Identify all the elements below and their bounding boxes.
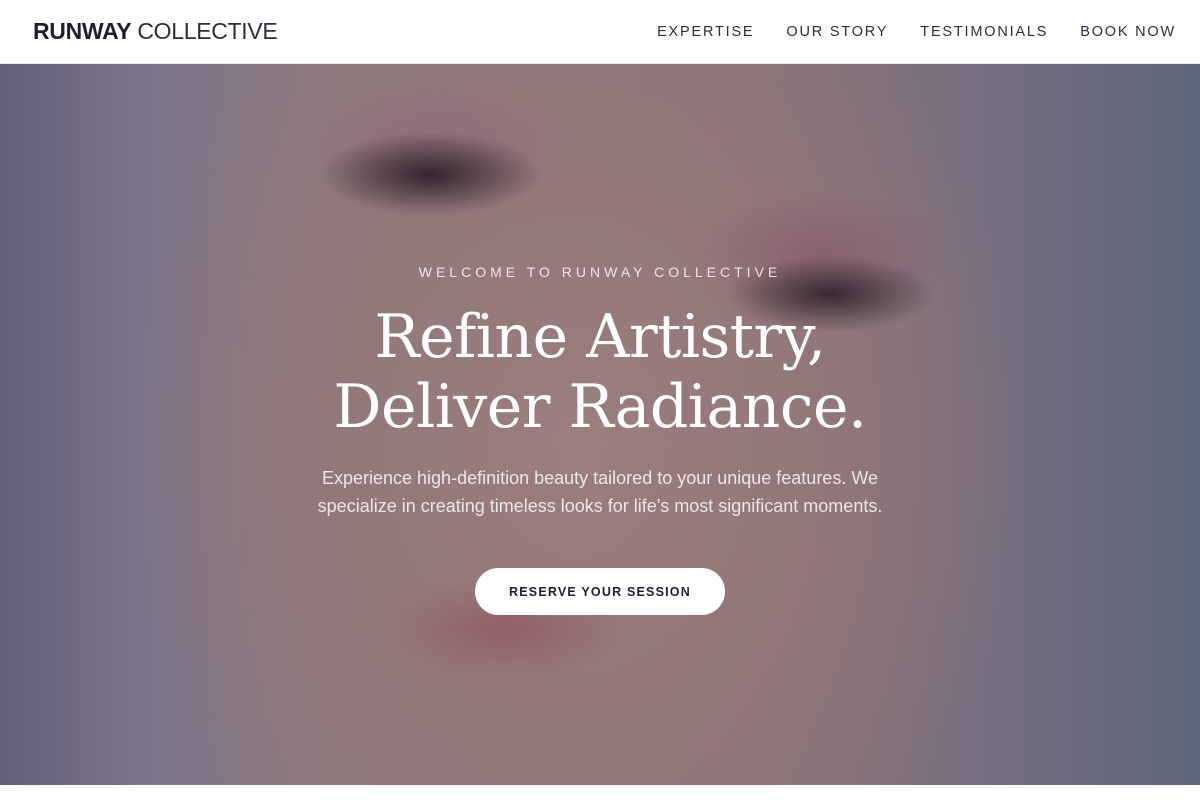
hero-content: WELCOME TO RUNWAY COLLECTIVE Refine Arti… bbox=[0, 64, 1200, 785]
page-bottom-strip bbox=[0, 785, 1200, 800]
hero-headline: Refine Artistry, Deliver Radiance. bbox=[220, 302, 980, 442]
hero-section: WELCOME TO RUNWAY COLLECTIVE Refine Arti… bbox=[0, 64, 1200, 785]
nav-links: EXPERTISE OUR STORY TESTIMONIALS BOOK NO… bbox=[657, 24, 1176, 40]
nav-link-book-now[interactable]: BOOK NOW bbox=[1080, 24, 1176, 40]
reserve-session-button[interactable]: RESERVE YOUR SESSION bbox=[475, 568, 725, 615]
hero-subtext: Experience high-definition beauty tailor… bbox=[317, 468, 883, 516]
hero-headline-line-2: Deliver Radiance. bbox=[333, 372, 867, 442]
top-navigation-bar: RUNWAY COLLECTIVE EXPERTISE OUR STORY TE… bbox=[0, 0, 1200, 64]
hero-eyebrow: WELCOME TO RUNWAY COLLECTIVE bbox=[418, 264, 782, 280]
brand-name-bold: RUNWAY bbox=[33, 18, 132, 44]
nav-link-our-story[interactable]: OUR STORY bbox=[786, 24, 888, 40]
brand-logo[interactable]: RUNWAY COLLECTIVE bbox=[33, 18, 278, 45]
nav-link-expertise[interactable]: EXPERTISE bbox=[657, 24, 754, 40]
nav-link-testimonials[interactable]: TESTIMONIALS bbox=[920, 24, 1048, 40]
brand-name-light: COLLECTIVE bbox=[137, 18, 278, 44]
hero-headline-line-1: Refine Artistry, bbox=[374, 302, 826, 372]
